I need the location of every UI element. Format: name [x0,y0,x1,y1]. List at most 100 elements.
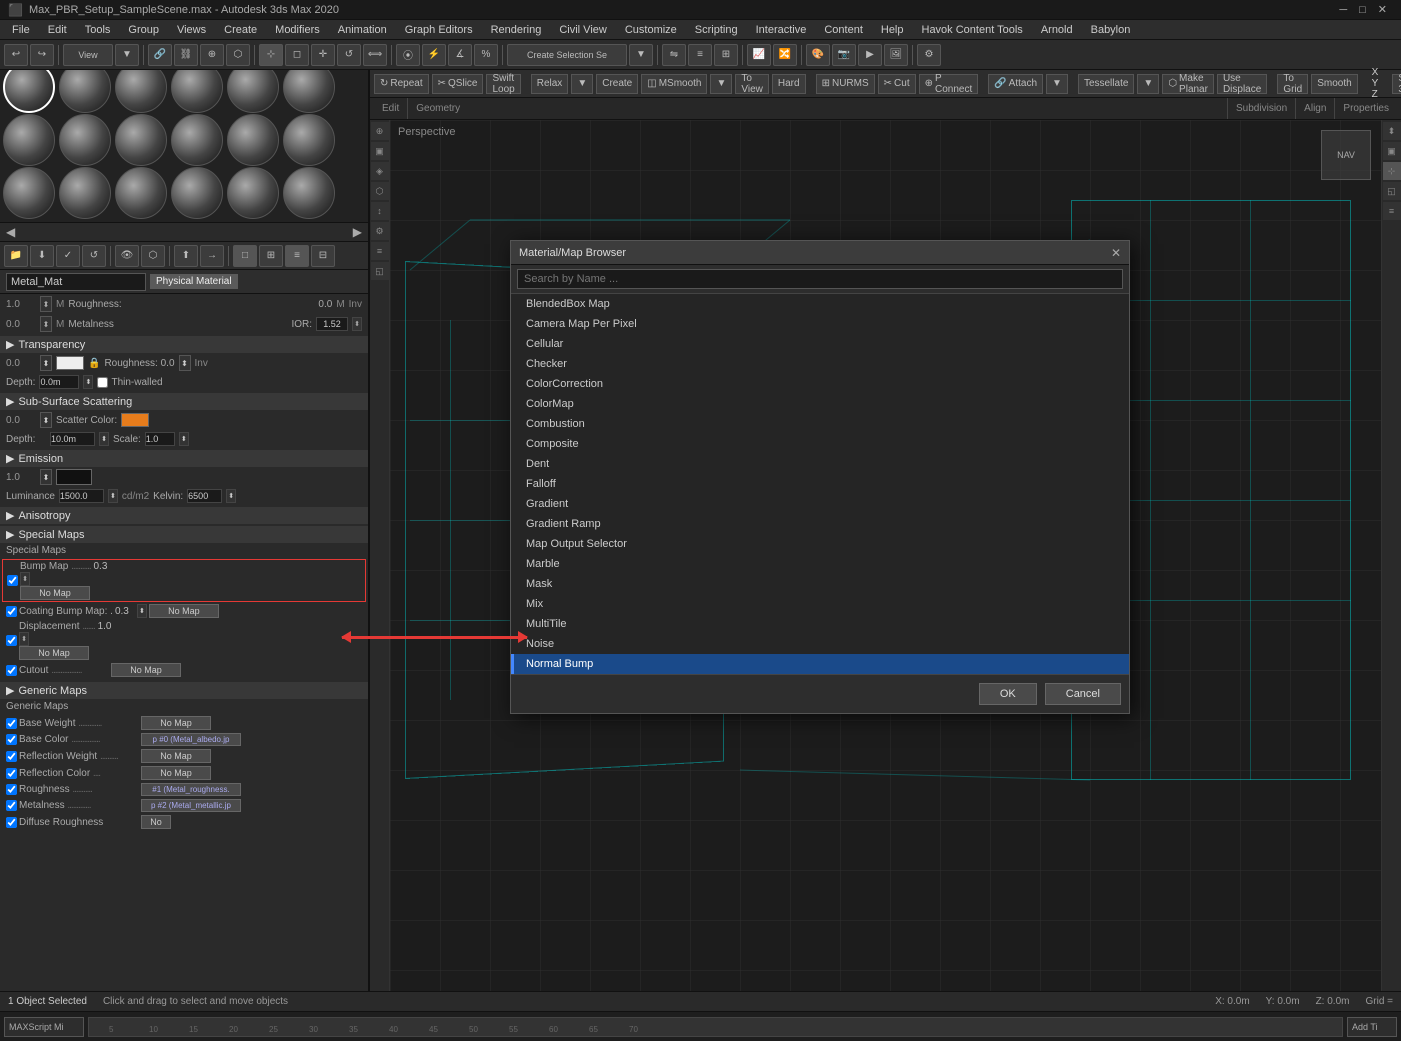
base-color-checkbox[interactable] [6,734,17,745]
tess-dropdown[interactable]: ▼ [1137,74,1159,94]
displacement-map-btn[interactable]: No Map [19,646,89,660]
map-browser-titlebar[interactable]: Material/Map Browser ✕ [511,241,1129,265]
diffuse-roughness-map-btn[interactable]: No [141,815,171,829]
snap-btn[interactable]: ⚡ [422,44,446,66]
cutout-checkbox[interactable] [6,665,17,676]
get-material-btn[interactable]: 📁 [4,245,28,267]
map-item-map-output[interactable]: Map Output Selector [511,534,1129,554]
map-item-gradient[interactable]: Gradient [511,494,1129,514]
hard-btn[interactable]: Hard [772,74,806,94]
mat-nav3-btn[interactable]: ≡ [285,245,309,267]
sphere-10[interactable] [171,114,223,166]
map-browser-search-input[interactable] [517,269,1123,289]
sphere-8[interactable] [59,114,111,166]
nurms-btn[interactable]: ⊞NURMS [816,74,875,94]
base-weight-checkbox[interactable] [6,718,17,729]
view-dropdown-btn[interactable]: ▼ [115,44,139,66]
sphere-11[interactable] [227,114,279,166]
select-obj-btn[interactable]: View [63,44,113,66]
map-item-cellular[interactable]: Cellular [511,334,1129,354]
close-btn[interactable]: ✕ [1372,3,1393,16]
make-planar-btn[interactable]: ⬡Make Planar [1162,74,1214,94]
menu-edit[interactable]: Edit [40,22,75,38]
sphere-9[interactable] [115,114,167,166]
depth-input[interactable] [39,375,79,389]
viewport-nav-cube[interactable]: NAV [1321,130,1371,180]
relax-btn[interactable]: Relax [531,74,569,94]
select-filter-btn[interactable]: ⬡ [226,44,250,66]
menu-customize[interactable]: Customize [617,22,685,38]
swift-loop-btn[interactable]: Swift Loop [486,74,520,94]
map-item-marble[interactable]: Marble [511,554,1129,574]
select-btn[interactable]: ⊹ [259,44,283,66]
sphere-12[interactable] [283,114,335,166]
layer-mgr-btn[interactable]: ⊞ [714,44,738,66]
menu-file[interactable]: File [4,22,38,38]
link-btn[interactable]: 🔗 [148,44,172,66]
curve-editor-btn[interactable]: 📈 [747,44,771,66]
mat-nav2-btn[interactable]: ⊞ [259,245,283,267]
map-item-mix[interactable]: Mix [511,594,1129,614]
scatter-color-swatch[interactable] [121,413,149,427]
roughness-map-btn[interactable]: #1 (Metal_roughness. [141,783,241,796]
menu-scripting[interactable]: Scripting [687,22,746,38]
sphere-14[interactable] [59,167,111,219]
bump-map-btn[interactable]: No Map [20,586,90,600]
timeline-bar[interactable]: 5 10 15 20 25 30 35 40 45 50 55 60 65 70 [88,1017,1343,1037]
align-btn[interactable]: ≡ [688,44,712,66]
cutout-map-btn[interactable]: No Map [111,663,181,677]
reflection-color-checkbox[interactable] [6,768,17,779]
left-icon-3[interactable]: ◈ [371,162,389,180]
roughness-spinner[interactable]: ⬍ [40,296,52,312]
mat-prev-btn[interactable]: ◀ [2,225,19,239]
sphere-16[interactable] [171,167,223,219]
map-item-composite[interactable]: Composite [511,434,1129,454]
sss-scale-input[interactable] [145,432,175,446]
map-item-colorcorrection[interactable]: ColorCorrection [511,374,1129,394]
put-to-scene-btn[interactable]: ⬇ [30,245,54,267]
unlink-btn[interactable]: ⛓ [174,44,198,66]
map-item-gradient-ramp[interactable]: Gradient Ramp [511,514,1129,534]
sss-expand-icon[interactable]: ▶ [6,395,14,408]
rotate-btn[interactable]: ↺ [337,44,361,66]
undo-btn[interactable]: ↩ [4,44,28,66]
to-grid-btn[interactable]: To Grid [1277,74,1308,94]
mat-nav1-btn[interactable]: □ [233,245,257,267]
menu-modifiers[interactable]: Modifiers [267,22,328,38]
displacement-checkbox[interactable] [6,635,17,646]
luminance-input[interactable] [59,489,104,503]
menu-civil-view[interactable]: Civil View [551,22,614,38]
to-view-btn[interactable]: To View [735,74,769,94]
trans-color-swatch[interactable] [56,356,84,370]
map-item-multitile[interactable]: MultiTile [511,614,1129,634]
kelvin-spinner[interactable]: ⬍ [226,489,236,503]
move-btn[interactable]: ✛ [311,44,335,66]
menu-views[interactable]: Views [169,22,214,38]
trans-spinner[interactable]: ⬍ [40,355,52,371]
right-icon-3[interactable]: ⊹ [1383,162,1401,180]
base-weight-map-btn[interactable]: No Map [141,716,211,730]
maximize-btn[interactable]: □ [1353,4,1372,16]
map-item-normal-bump[interactable]: Normal Bump [511,654,1129,674]
left-icon-2[interactable]: ▣ [371,142,389,160]
ior-input[interactable] [316,317,348,331]
roughness-map-checkbox[interactable] [6,784,17,795]
attach-dropdown[interactable]: ▼ [1046,74,1068,94]
sphere-18[interactable] [283,167,335,219]
menu-animation[interactable]: Animation [330,22,395,38]
reflection-weight-checkbox[interactable] [6,751,17,762]
sss-depth-spinner[interactable]: ⬍ [99,432,109,446]
go-to-parent-btn[interactable]: ⬆ [174,245,198,267]
coating-bump-checkbox[interactable] [6,606,17,617]
add-time-btn[interactable]: Add Ti [1347,1017,1397,1037]
bind-space-btn[interactable]: ⊕ [200,44,224,66]
sss-scale-spinner[interactable]: ⬍ [179,432,189,446]
render-btn[interactable]: ▶ [858,44,882,66]
menu-create[interactable]: Create [216,22,265,38]
menu-arnold[interactable]: Arnold [1033,22,1081,38]
menu-interactive[interactable]: Interactive [748,22,815,38]
bump-map-checkbox[interactable] [7,575,18,586]
maxscript-mini[interactable]: MAXScript Mi [4,1017,84,1037]
render-frame-btn[interactable]: 🖼 [884,44,908,66]
base-color-map-btn[interactable]: p #0 (Metal_albedo.jp [141,733,241,746]
